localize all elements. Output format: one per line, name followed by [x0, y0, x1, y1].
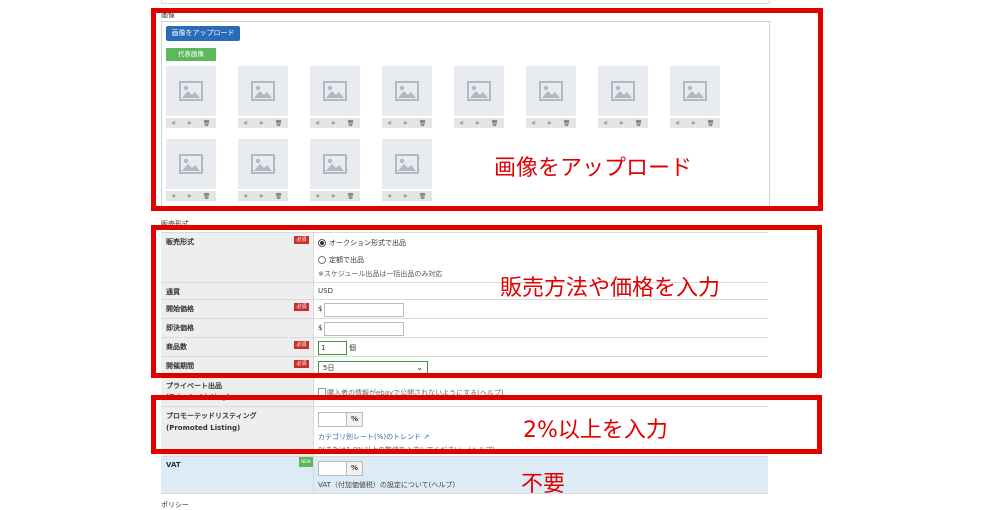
annotation-text-vat: 不要	[521, 472, 566, 497]
private-label: プライベート出品	[166, 382, 222, 390]
percent-addon: %	[346, 461, 363, 476]
new-badge: NEW	[299, 457, 313, 467]
annotation-box-promoted	[151, 395, 822, 454]
annotation-text-promoted: 2%以上を入力	[523, 418, 668, 443]
policy-section-title: ポリシー	[161, 501, 189, 509]
annotation-text-upload: 画像をアップロード	[494, 156, 693, 181]
top-panel-edge	[161, 0, 770, 4]
row-vat: VAT NEW % VAT（付加価値税）の設定について(ヘルプ)	[161, 456, 768, 494]
row-label-cell: VAT NEW	[161, 457, 314, 493]
vat-help-link[interactable]: VAT（付加価値税）の設定について(ヘルプ)	[318, 480, 455, 490]
vat-label: VAT	[166, 461, 181, 469]
vat-rate-input[interactable]	[318, 461, 347, 476]
annotation-box-upload	[151, 8, 823, 211]
annotation-text-sales: 販売方法や価格を入力	[500, 276, 721, 301]
annotation-box-sales	[151, 225, 822, 378]
